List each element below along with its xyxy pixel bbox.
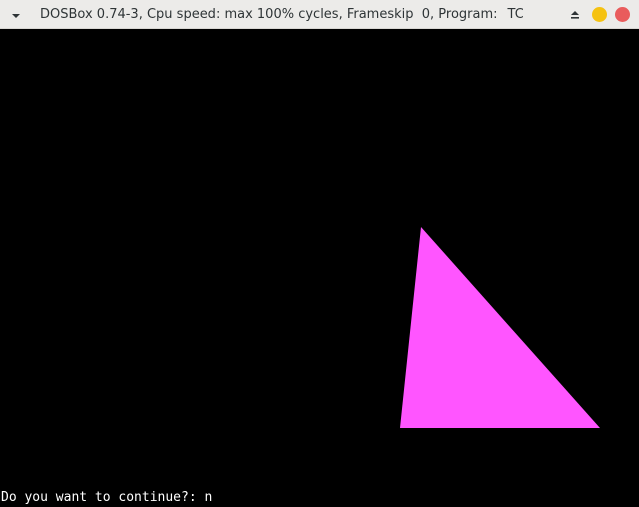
- window-title-text: DOSBox 0.74-3, Cpu speed: max 100% cycle…: [40, 7, 498, 22]
- prompt-answer: n: [204, 490, 213, 505]
- window-title: DOSBox 0.74-3, Cpu speed: max 100% cycle…: [40, 7, 523, 23]
- continue-prompt: Do you want to continue?: n: [1, 490, 212, 506]
- magenta-triangle: [400, 227, 600, 428]
- title-bar[interactable]: DOSBox 0.74-3, Cpu speed: max 100% cycle…: [0, 0, 639, 29]
- minimize-icon[interactable]: [592, 7, 607, 22]
- chevron-down-icon[interactable]: [8, 8, 24, 22]
- program-name: TC: [507, 7, 523, 22]
- eject-icon[interactable]: [568, 7, 582, 22]
- close-icon[interactable]: [615, 7, 630, 22]
- prompt-question: Do you want to continue?:: [1, 490, 205, 505]
- dos-screen[interactable]: Do you want to continue?: n: [0, 29, 639, 507]
- dosbox-window: DOSBox 0.74-3, Cpu speed: max 100% cycle…: [0, 0, 639, 507]
